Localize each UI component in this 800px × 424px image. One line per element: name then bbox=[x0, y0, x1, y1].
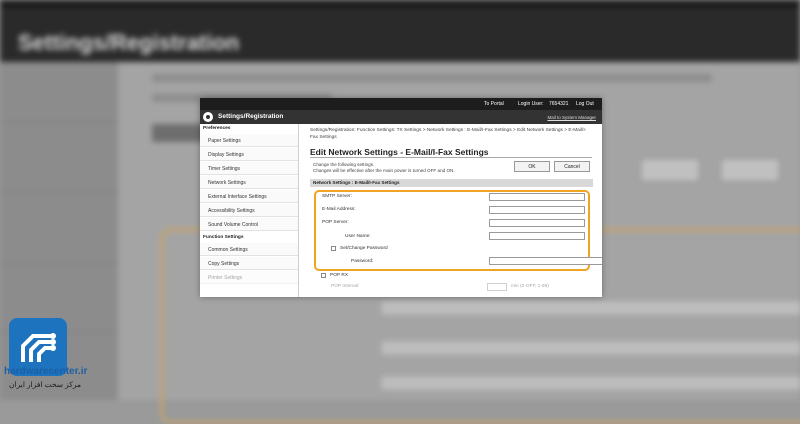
password-label: Password: bbox=[351, 259, 374, 264]
sidebar-item-sound-volume-control[interactable]: Sound Volume Control bbox=[200, 218, 298, 231]
settings-window: To Portal Login User: 7654321 Log Out Se… bbox=[200, 98, 602, 297]
sidebar-group-function-settings: Function Settings bbox=[203, 235, 244, 240]
smtp-server-input[interactable] bbox=[489, 193, 585, 201]
bg-divider bbox=[0, 192, 118, 193]
pop-rx-checkbox[interactable] bbox=[321, 273, 326, 278]
bg-field bbox=[380, 375, 800, 391]
bg-top-strip bbox=[0, 0, 800, 8]
user-name-input[interactable] bbox=[489, 232, 585, 240]
set-change-password-label: Set/Change Password bbox=[340, 246, 388, 251]
watermark-persian-text: مرکز سخت افزار ایران bbox=[9, 380, 82, 389]
watermark-site-text: hardwarecenter.ir bbox=[4, 366, 88, 377]
sidebar: Preferences Paper Settings Display Setti… bbox=[200, 124, 299, 297]
email-address-input[interactable] bbox=[489, 206, 585, 214]
pop-rx-label: POP RX bbox=[330, 273, 349, 278]
bg-divider bbox=[0, 262, 118, 263]
ok-button[interactable]: OK bbox=[514, 161, 550, 172]
login-user-label: Login User: bbox=[518, 101, 544, 107]
instructions-line-2: Changes will be effective after the main… bbox=[313, 168, 455, 173]
pop-interval-input[interactable] bbox=[487, 283, 507, 291]
to-portal-link[interactable]: To Portal bbox=[484, 101, 504, 107]
bg-field bbox=[380, 300, 800, 316]
log-out-link[interactable]: Log Out bbox=[576, 101, 594, 107]
instructions-text: Change the following settings. Changes w… bbox=[313, 162, 455, 174]
main-content: Settings/Registration: Function Settings… bbox=[299, 124, 602, 297]
sidebar-item-paper-settings[interactable]: Paper Settings bbox=[200, 134, 298, 147]
pop-server-input[interactable] bbox=[489, 219, 585, 227]
email-address-label: E-Mail Address: bbox=[322, 207, 356, 212]
section-header: Network Settings : E-Mail/I-Fax Settings bbox=[310, 179, 593, 187]
top-status-bar: To Portal Login User: 7654321 Log Out bbox=[200, 98, 602, 110]
sidebar-item-timer-settings[interactable]: Timer Settings bbox=[200, 162, 298, 175]
set-change-password-checkbox[interactable] bbox=[331, 246, 336, 251]
login-user-id: 7654321 bbox=[549, 101, 569, 107]
smtp-server-label: SMTP Server: bbox=[322, 194, 353, 199]
sidebar-item-network-settings[interactable]: Network Settings bbox=[200, 176, 298, 189]
sidebar-item-copy-settings[interactable]: Copy Settings bbox=[200, 257, 298, 270]
bg-header-title: Settings/Registration bbox=[18, 30, 240, 55]
cancel-button[interactable]: Cancel bbox=[554, 161, 590, 172]
sidebar-group-preferences: Preferences bbox=[203, 126, 231, 131]
header-bar: Settings/Registration Mail to System Man… bbox=[200, 110, 602, 124]
bg-button bbox=[640, 158, 700, 182]
sidebar-item-display-settings[interactable]: Display Settings bbox=[200, 148, 298, 161]
sidebar-item-external-interface-settings[interactable]: External Interface Settings bbox=[200, 190, 298, 203]
sidebar-item-printer-settings[interactable]: Printer Settings bbox=[200, 271, 298, 284]
mail-to-system-manager-link[interactable]: Mail to System Manager bbox=[547, 115, 596, 120]
bg-field bbox=[380, 340, 800, 356]
pop-interval-label: POP Interval: bbox=[331, 284, 360, 289]
sidebar-item-common-settings[interactable]: Common Settings bbox=[200, 243, 298, 256]
app-logo-icon bbox=[203, 112, 213, 122]
bg-divider bbox=[0, 122, 118, 123]
pop-server-label: POP Server: bbox=[322, 220, 349, 225]
page-title: Edit Network Settings - E-Mail/I-Fax Set… bbox=[310, 147, 489, 157]
password-input[interactable] bbox=[489, 257, 602, 265]
bg-button bbox=[720, 158, 780, 182]
title-divider bbox=[310, 157, 592, 158]
breadcrumb: Settings/Registration: Function Settings… bbox=[310, 128, 587, 140]
user-name-label: User Name: bbox=[345, 234, 371, 239]
bg-breadcrumb bbox=[152, 74, 712, 82]
pop-interval-hint: min (0-OFF, 1-99) bbox=[511, 284, 549, 289]
sidebar-item-accessibility-settings[interactable]: Accessibility Settings bbox=[200, 204, 298, 217]
header-title: Settings/Registration bbox=[218, 113, 284, 120]
